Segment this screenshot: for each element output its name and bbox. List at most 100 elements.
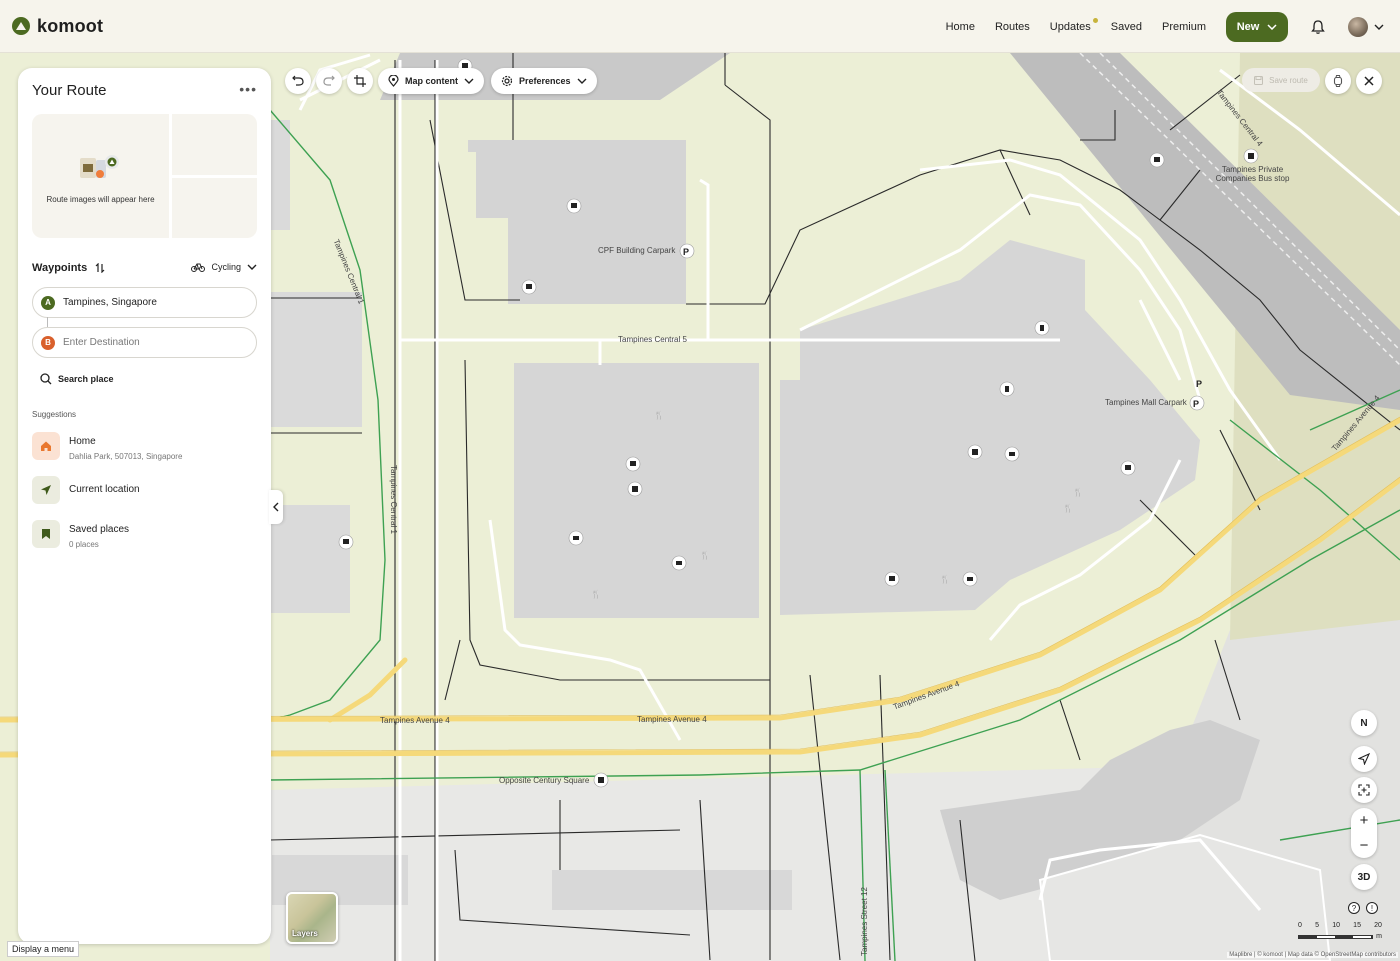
logo-text: komoot [37,15,104,36]
save-route-button[interactable]: Save route [1242,68,1320,92]
scale-tick: 15 [1353,922,1361,929]
map-label-street: Tampines Central 5 [618,335,687,344]
watch-sync-button[interactable] [1325,68,1351,94]
suggestion-label: Home [69,436,96,447]
compass-north-label: N [1360,717,1368,729]
svg-text:🍴: 🍴 [654,410,664,420]
suggestion-saved-places[interactable]: Saved places 0 places [32,520,129,549]
waypoint-a-field[interactable]: A Tampines, Singapore [32,287,257,318]
suggestions-title: Suggestions [32,410,77,419]
scale-tick: 10 [1332,922,1340,929]
route-images-caption: Route images will appear here [46,195,155,204]
waypoints-label: Waypoints [32,262,88,274]
sport-selector[interactable]: Cycling [191,262,257,272]
map-attribution[interactable]: Maplibre | © komoot | Map data © OpenStr… [1227,952,1398,958]
nav-saved[interactable]: Saved [1111,21,1142,33]
3d-toggle-button[interactable]: 3D [1351,864,1377,890]
navigation-arrow-icon [32,476,60,504]
bicycle-icon [191,263,206,272]
map-label-carpark: CPF Building Carpark [598,246,676,255]
nav-routes[interactable]: Routes [995,21,1030,33]
svg-text:P: P [683,247,689,257]
new-button[interactable]: New [1226,11,1288,42]
sport-label: Cycling [211,262,241,272]
layers-button[interactable]: Layers [286,892,338,944]
chevron-down-icon [1267,23,1277,30]
zoom-in-button[interactable]: + [1351,808,1377,833]
scale-tick: 20 [1374,922,1382,929]
nav-premium[interactable]: Premium [1162,21,1206,33]
avatar [1348,16,1368,37]
waypoint-a-value: Tampines, Singapore [63,297,157,308]
undo-button[interactable] [285,68,311,94]
help-icon[interactable]: ? [1348,902,1360,914]
crop-button[interactable] [347,68,373,94]
scale-tick: 0 [1298,922,1302,929]
route-images-illustration-icon [80,155,119,178]
nav-home[interactable]: Home [946,21,975,33]
destination-placeholder: Enter Destination [63,337,140,348]
save-route-label: Save route [1269,75,1308,85]
redo-icon [323,75,335,86]
suggestion-home[interactable]: Home Dahlia Park, 507013, Singapore [32,432,182,461]
more-options-icon[interactable]: ••• [239,81,257,97]
panel-title: Your Route [32,82,107,99]
komoot-logo-icon [12,17,30,35]
new-button-label: New [1236,20,1260,33]
map-label-street: Tampines Central 1 [389,465,398,534]
scale-bar [1298,935,1374,939]
map-help-icons: ? ! [1348,902,1378,914]
svg-text:P: P [1193,399,1199,409]
search-icon [40,373,52,385]
preferences-label: Preferences [519,76,571,86]
route-image-slot [172,178,257,238]
updates-indicator-dot [1092,17,1098,23]
locate-me-button[interactable] [1351,746,1377,772]
zoom-controls: + − [1351,808,1377,858]
waypoint-a-badge: A [41,295,55,310]
chevron-down-icon [1374,24,1384,30]
bell-icon[interactable] [1310,19,1326,35]
undo-icon [292,75,304,86]
fit-route-button[interactable] [1351,777,1377,803]
watch-icon [1333,75,1343,87]
svg-text:🍴: 🍴 [940,574,950,584]
map-scale: 0 5 10 15 20 m [1298,922,1382,940]
svg-text:P: P [1196,379,1202,389]
collapse-panel-button[interactable] [269,490,283,524]
suggestion-sublabel: Dahlia Park, 507013, Singapore [69,452,183,461]
map-label-street: Tampines Avenue 4 [637,715,707,724]
user-menu[interactable] [1348,16,1384,37]
home-icon [32,432,60,460]
menu-tooltip: Display a menu [7,941,80,957]
compass-button[interactable]: N [1351,710,1377,736]
fit-to-screen-icon [1358,784,1370,796]
preferences-dropdown[interactable]: Preferences [491,68,597,94]
search-place-button[interactable]: Search place [40,373,114,385]
chevron-down-icon [464,78,474,84]
main-nav: Home Routes Updates Saved Premium New [946,0,1400,53]
close-button[interactable] [1356,68,1382,94]
zoom-out-button[interactable]: − [1351,833,1377,858]
suggestion-label: Current location [69,484,140,495]
map-content-label: Map content [405,76,458,86]
suggestion-sublabel: 0 places [69,540,99,549]
chevron-down-icon [577,78,587,84]
nav-updates[interactable]: Updates [1049,17,1098,33]
3d-label: 3D [1357,871,1371,883]
route-images: Route images will appear here [32,114,257,238]
redo-button[interactable] [316,68,342,94]
suggestion-current-location[interactable]: Current location [32,476,140,504]
map-content-dropdown[interactable]: Map content [378,68,484,94]
gear-icon [501,75,513,87]
scale-unit: m [1376,933,1382,940]
map-label-bus-stop: Tampines Private Companies Bus stop [1215,165,1290,183]
svg-text:🍴: 🍴 [591,589,601,599]
reverse-waypoints-icon[interactable] [95,263,105,273]
komoot-logo[interactable]: komoot [12,16,103,37]
info-icon[interactable]: ! [1366,902,1378,914]
waypoint-b-field[interactable]: B Enter Destination [32,327,257,358]
chevron-left-icon [273,502,279,512]
map-label-bus-stop: Opposite Century Square [499,776,590,785]
nav-updates-label: Updates [1049,20,1091,33]
